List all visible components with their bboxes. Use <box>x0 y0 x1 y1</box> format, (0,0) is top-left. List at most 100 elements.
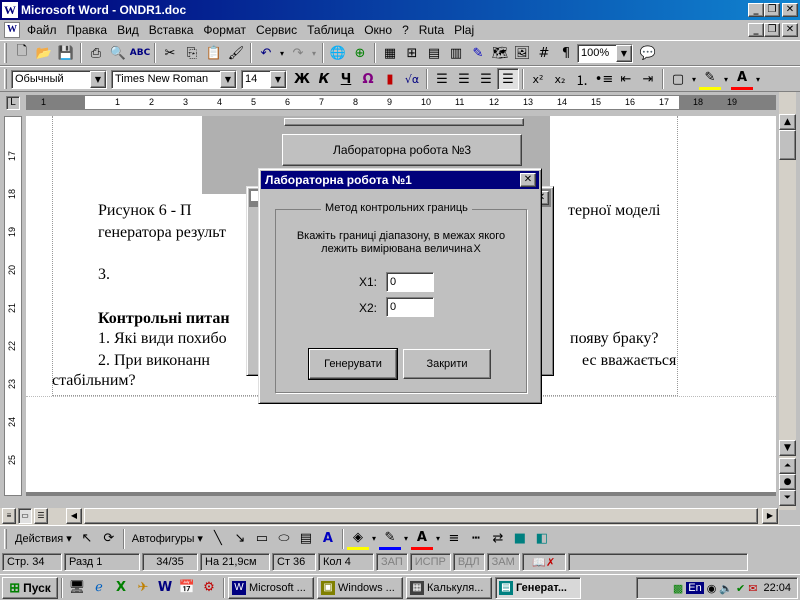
toolbar-grip[interactable] <box>4 69 7 89</box>
vertical-ruler[interactable]: 17 18 19 20 21 22 23 24 25 <box>4 116 22 496</box>
toolbar-grip[interactable] <box>4 43 7 63</box>
new-document-icon[interactable]: 🗋 <box>11 42 33 64</box>
menu-table[interactable]: Таблица <box>302 23 359 37</box>
font-size-select[interactable]: 14 ▼ <box>241 69 287 89</box>
language-indicator[interactable]: En <box>686 582 704 594</box>
undo-dropdown-icon[interactable]: ▾ <box>277 42 287 64</box>
task-generator[interactable]: ▤ Генерат... <box>495 576 581 599</box>
open-folder-icon[interactable]: 📂 <box>33 42 55 64</box>
chevron-down-icon[interactable]: ▾ <box>753 68 763 90</box>
document-icon[interactable]: W <box>4 22 20 38</box>
arrow-icon[interactable]: ↘ <box>229 528 251 550</box>
doc-minimize-button[interactable]: _ <box>748 23 764 37</box>
close-button[interactable]: ✕ <box>782 3 798 17</box>
chevron-down-icon[interactable]: ▾ <box>401 528 411 550</box>
menu-tools[interactable]: Сервис <box>251 23 302 37</box>
undo-icon[interactable]: ↶ <box>255 42 277 64</box>
tab-selector-icon[interactable]: L <box>6 96 20 110</box>
font-color-icon[interactable]: A <box>731 68 753 90</box>
show-desktop-icon[interactable]: 🖥 <box>66 577 88 599</box>
internet-explorer-icon[interactable]: ℯ <box>88 577 110 599</box>
word-app-icon[interactable]: W <box>2 2 18 18</box>
autoshapes-menu[interactable]: Автофигуры ▾ <box>128 528 207 550</box>
generate-button[interactable]: Генерувати <box>308 348 398 380</box>
lab3-button[interactable]: Лабораторна робота №3 <box>282 134 522 166</box>
task-microsoft-word[interactable]: W Microsoft ... <box>228 576 314 599</box>
task-calculator[interactable]: ▦ Калькуля... <box>406 576 492 599</box>
chevron-down-icon[interactable]: ▾ <box>721 68 731 90</box>
ruler-strip[interactable]: 1 1 2 3 4 5 6 7 8 9 10 11 12 13 14 15 16 17 18 19 <box>26 95 776 110</box>
previous-page-button[interactable]: ⏶ <box>779 458 796 474</box>
superscript-icon[interactable]: x² <box>527 68 549 90</box>
line-style-icon[interactable]: ≡ <box>443 528 465 550</box>
launcher-icon[interactable]: ✈ <box>132 577 154 599</box>
insert-excel-icon[interactable]: ▤ <box>423 42 445 64</box>
print-preview-icon[interactable]: 🔍 <box>107 42 129 64</box>
save-icon[interactable]: 💾 <box>55 42 77 64</box>
menu-view[interactable]: Вид <box>112 23 144 37</box>
align-left-icon[interactable]: ☰ <box>431 68 453 90</box>
font-color-icon[interactable]: A <box>410 528 433 550</box>
status-record[interactable]: ЗАП <box>376 553 408 571</box>
network-icon[interactable]: ▩ <box>673 582 683 595</box>
align-right-icon[interactable]: ☰ <box>475 68 497 90</box>
paste-icon[interactable]: 📋 <box>203 42 225 64</box>
clock[interactable]: 22:04 <box>763 582 791 594</box>
x1-input[interactable]: 0 <box>386 272 434 292</box>
menu-window[interactable]: Окно <box>359 23 397 37</box>
tables-borders-icon[interactable]: ▦ <box>379 42 401 64</box>
next-page-button[interactable]: ⏷ <box>779 490 796 506</box>
scroll-down-button[interactable]: ▼ <box>779 440 796 456</box>
underline-button[interactable]: Ч <box>335 68 357 90</box>
scroll-up-button[interactable]: ▲ <box>779 114 796 130</box>
normal-view-button[interactable]: ≡ <box>2 508 16 524</box>
chevron-down-icon[interactable]: ▼ <box>270 70 286 88</box>
chevron-down-icon[interactable]: ▼ <box>220 70 236 88</box>
drawing-icon[interactable]: ✎ <box>467 42 489 64</box>
text-box-icon[interactable]: ▤ <box>295 528 317 550</box>
x2-input[interactable]: 0 <box>386 297 434 317</box>
select-browse-object-button[interactable]: ● <box>779 474 796 490</box>
menu-file[interactable]: Файл <box>22 23 62 37</box>
menu-edit[interactable]: Правка <box>62 23 113 37</box>
office-assistant-icon[interactable]: 💬 <box>637 42 659 64</box>
chevron-down-icon[interactable]: ▾ <box>689 68 699 90</box>
free-rotate-icon[interactable]: ⟳ <box>98 528 120 550</box>
show-formatting-icon[interactable]: ¶ <box>555 42 577 64</box>
quicklaunch-icon[interactable]: ⚙ <box>198 577 220 599</box>
rectangle-icon[interactable]: ▭ <box>251 528 273 550</box>
line-icon[interactable]: ╲ <box>207 528 229 550</box>
horizontal-scrollbar[interactable]: ≡ ▭ ☰ ◀ ▶ <box>0 508 779 525</box>
justify-icon[interactable]: ☰ <box>497 68 519 90</box>
redo-dropdown-icon[interactable]: ▾ <box>309 42 319 64</box>
zoom-select[interactable]: 100% ▼ <box>577 43 633 63</box>
task-windows[interactable]: ▣ Windows ... <box>317 576 403 599</box>
print-icon[interactable]: ⎙ <box>85 42 107 64</box>
close-dialog-button[interactable]: Закрити <box>403 349 491 379</box>
style-select[interactable]: Обычный ▼ <box>11 69 107 89</box>
start-button[interactable]: ⊞ Пуск <box>2 576 58 599</box>
web-toolbar-icon[interactable]: ⊕ <box>349 42 371 64</box>
italic-button[interactable]: К <box>313 68 335 90</box>
word-icon[interactable]: W <box>154 577 176 599</box>
copy-icon[interactable]: ⎘ <box>181 42 203 64</box>
menu-help[interactable]: ? <box>397 23 414 37</box>
picture-icon[interactable]: 🖼 <box>511 42 533 64</box>
scroll-thumb[interactable] <box>779 130 796 160</box>
chevron-down-icon[interactable]: ▾ <box>369 528 379 550</box>
actions-menu[interactable]: Действия ▾ <box>11 528 76 550</box>
arrow-style-icon[interactable]: ⇄ <box>487 528 509 550</box>
cut-icon[interactable]: ✂ <box>159 42 181 64</box>
document-map-icon[interactable]: 🗺 <box>489 42 511 64</box>
horizontal-scroll-thumb[interactable] <box>84 508 758 524</box>
increase-indent-icon[interactable]: ⇥ <box>637 68 659 90</box>
page-layout-view-button[interactable]: ▭ <box>18 508 32 524</box>
dialog-close-button[interactable]: ✕ <box>520 173 536 187</box>
doc-close-button[interactable]: ✕ <box>782 23 798 37</box>
line-color-icon[interactable]: ✎ <box>378 528 401 550</box>
doc-restore-button[interactable]: ❐ <box>764 23 780 37</box>
3d-icon[interactable]: ◧ <box>531 528 553 550</box>
align-center-icon[interactable]: ☰ <box>453 68 475 90</box>
chevron-down-icon[interactable]: ▾ <box>433 528 443 550</box>
font-select[interactable]: Times New Roman ▼ <box>111 69 237 89</box>
